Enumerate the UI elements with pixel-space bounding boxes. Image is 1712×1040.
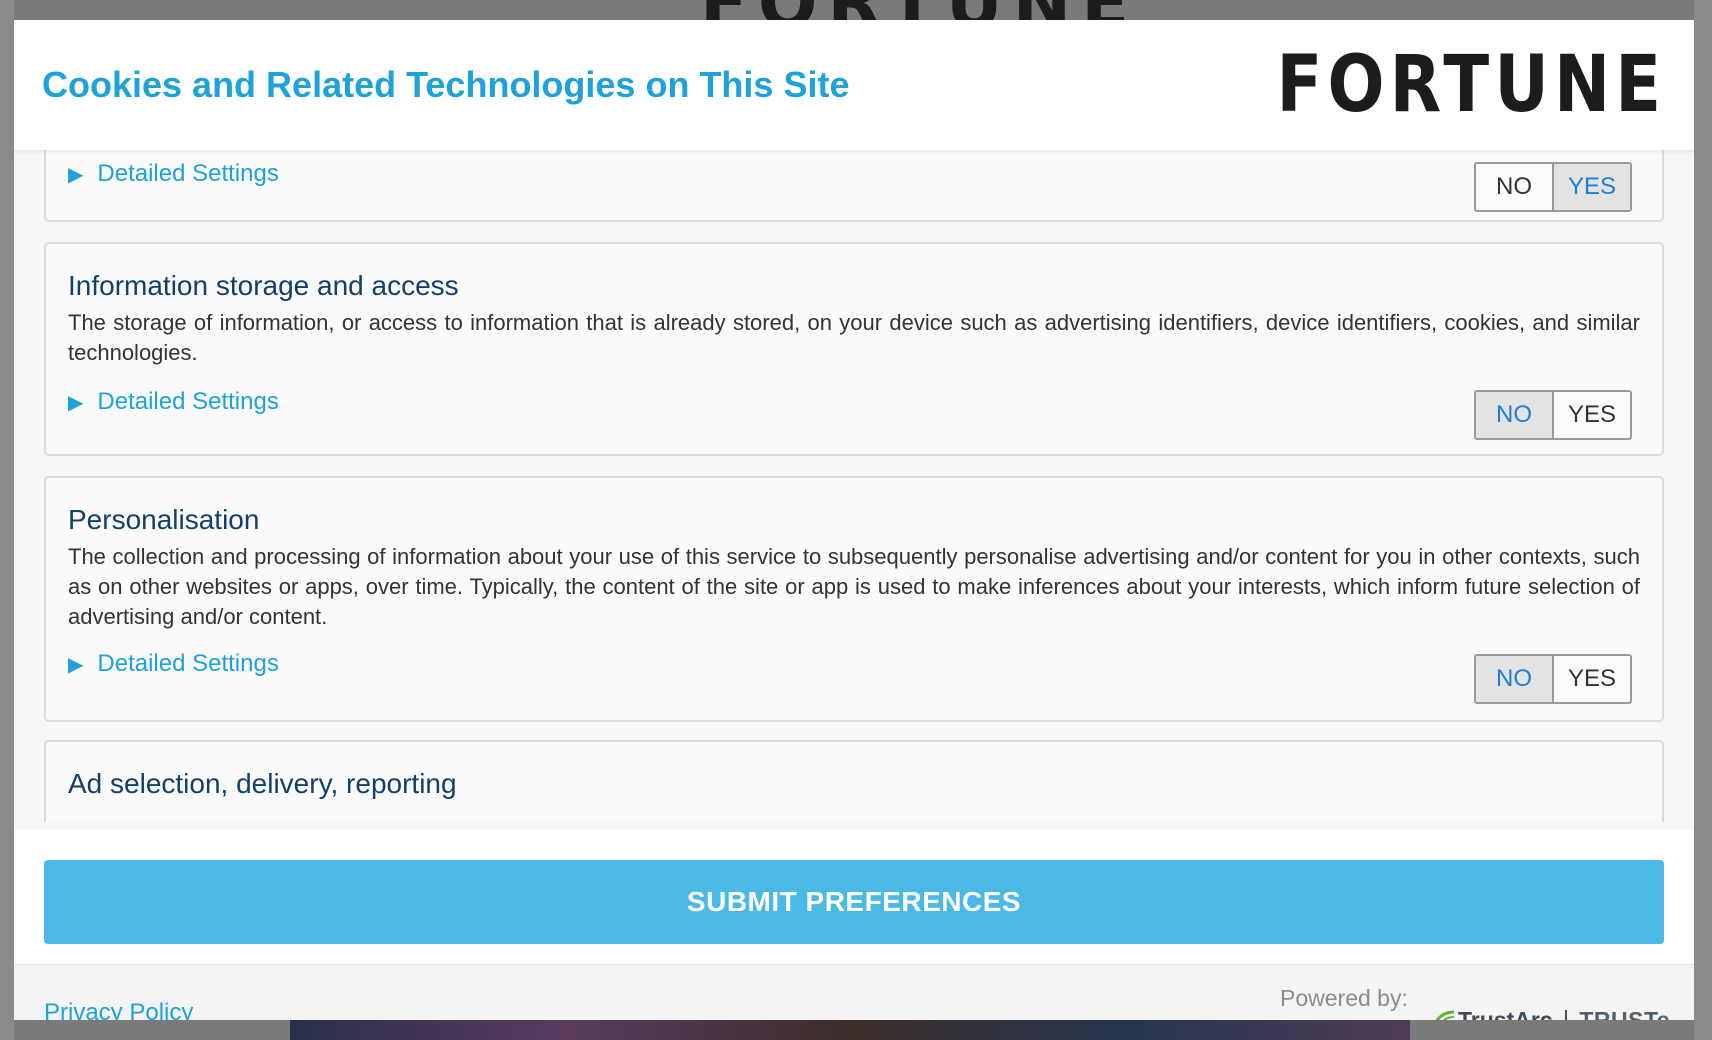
toggle-yes-button[interactable]: YES <box>1552 164 1630 210</box>
detailed-settings-link[interactable]: ▶ Detailed Settings <box>68 650 279 678</box>
modal-header: Cookies and Related Technologies on This… <box>14 20 1694 150</box>
detailed-settings-label: Detailed Settings <box>97 650 279 677</box>
detailed-settings-link[interactable]: ▶ Detailed Settings <box>68 160 279 188</box>
toggle-no-button[interactable]: NO <box>1476 656 1552 702</box>
purpose-card-information-storage: Information storage and access The stora… <box>44 242 1664 456</box>
card-title: Ad selection, delivery, reporting <box>68 768 457 799</box>
purpose-card: ▶ Detailed Settings NO YES <box>44 150 1664 222</box>
consent-toggle: NO YES <box>1474 654 1632 704</box>
trustarc-truste-logo[interactable]: TrustArc | TRUSTe <box>1430 1005 1670 1020</box>
detailed-settings-label: Detailed Settings <box>97 388 279 415</box>
purpose-card-personalisation: Personalisation The collection and proce… <box>44 476 1664 722</box>
powered-by-label: Powered by: <box>1280 985 1408 1011</box>
trustarc-text: TrustArc <box>1458 1007 1553 1020</box>
card-title: Personalisation <box>68 504 260 535</box>
trustarc-logo: TrustArc <box>1430 1007 1553 1020</box>
logo-separator: | <box>1562 1005 1570 1020</box>
background-strip-right <box>1694 0 1712 1040</box>
detailed-settings-link[interactable]: ▶ Detailed Settings <box>68 388 279 416</box>
background-image <box>290 1020 1410 1040</box>
submit-area: SUBMIT PREFERENCES <box>14 830 1694 964</box>
truste-text: TRUSTe <box>1579 1007 1671 1020</box>
purpose-card-ad-selection: Ad selection, delivery, reporting <box>44 740 1664 830</box>
detailed-settings-label: Detailed Settings <box>97 160 279 187</box>
submit-preferences-button[interactable]: SUBMIT PREFERENCES <box>44 860 1664 944</box>
expand-triangle-icon: ▶ <box>68 391 84 414</box>
toggle-no-button[interactable]: NO <box>1476 164 1552 210</box>
scroll-edge <box>14 822 1694 830</box>
cookie-preferences-modal: Cookies and Related Technologies on This… <box>14 20 1694 1020</box>
expand-triangle-icon: ▶ <box>68 653 84 676</box>
consent-toggle: NO YES <box>1474 390 1632 440</box>
toggle-no-button[interactable]: NO <box>1476 392 1552 438</box>
preferences-scroll-area[interactable]: ▶ Detailed Settings NO YES Information s… <box>14 150 1694 830</box>
toggle-yes-button[interactable]: YES <box>1552 656 1630 702</box>
fortune-logo: FORTUNE <box>1276 40 1666 130</box>
consent-toggle: NO YES <box>1474 162 1632 212</box>
modal-title: Cookies and Related Technologies on This… <box>42 64 850 105</box>
card-title: Information storage and access <box>68 270 459 301</box>
card-description: The collection and processing of informa… <box>68 544 1640 629</box>
expand-triangle-icon: ▶ <box>68 163 84 186</box>
trustarc-arc-icon <box>1435 1010 1455 1020</box>
toggle-yes-button[interactable]: YES <box>1552 392 1630 438</box>
card-description: The storage of information, or access to… <box>68 310 1640 365</box>
background-strip-left <box>0 0 14 1040</box>
modal-footer: Privacy Policy Powered by: TrustArc | TR… <box>14 964 1694 1020</box>
privacy-policy-link[interactable]: Privacy Policy <box>44 999 193 1020</box>
